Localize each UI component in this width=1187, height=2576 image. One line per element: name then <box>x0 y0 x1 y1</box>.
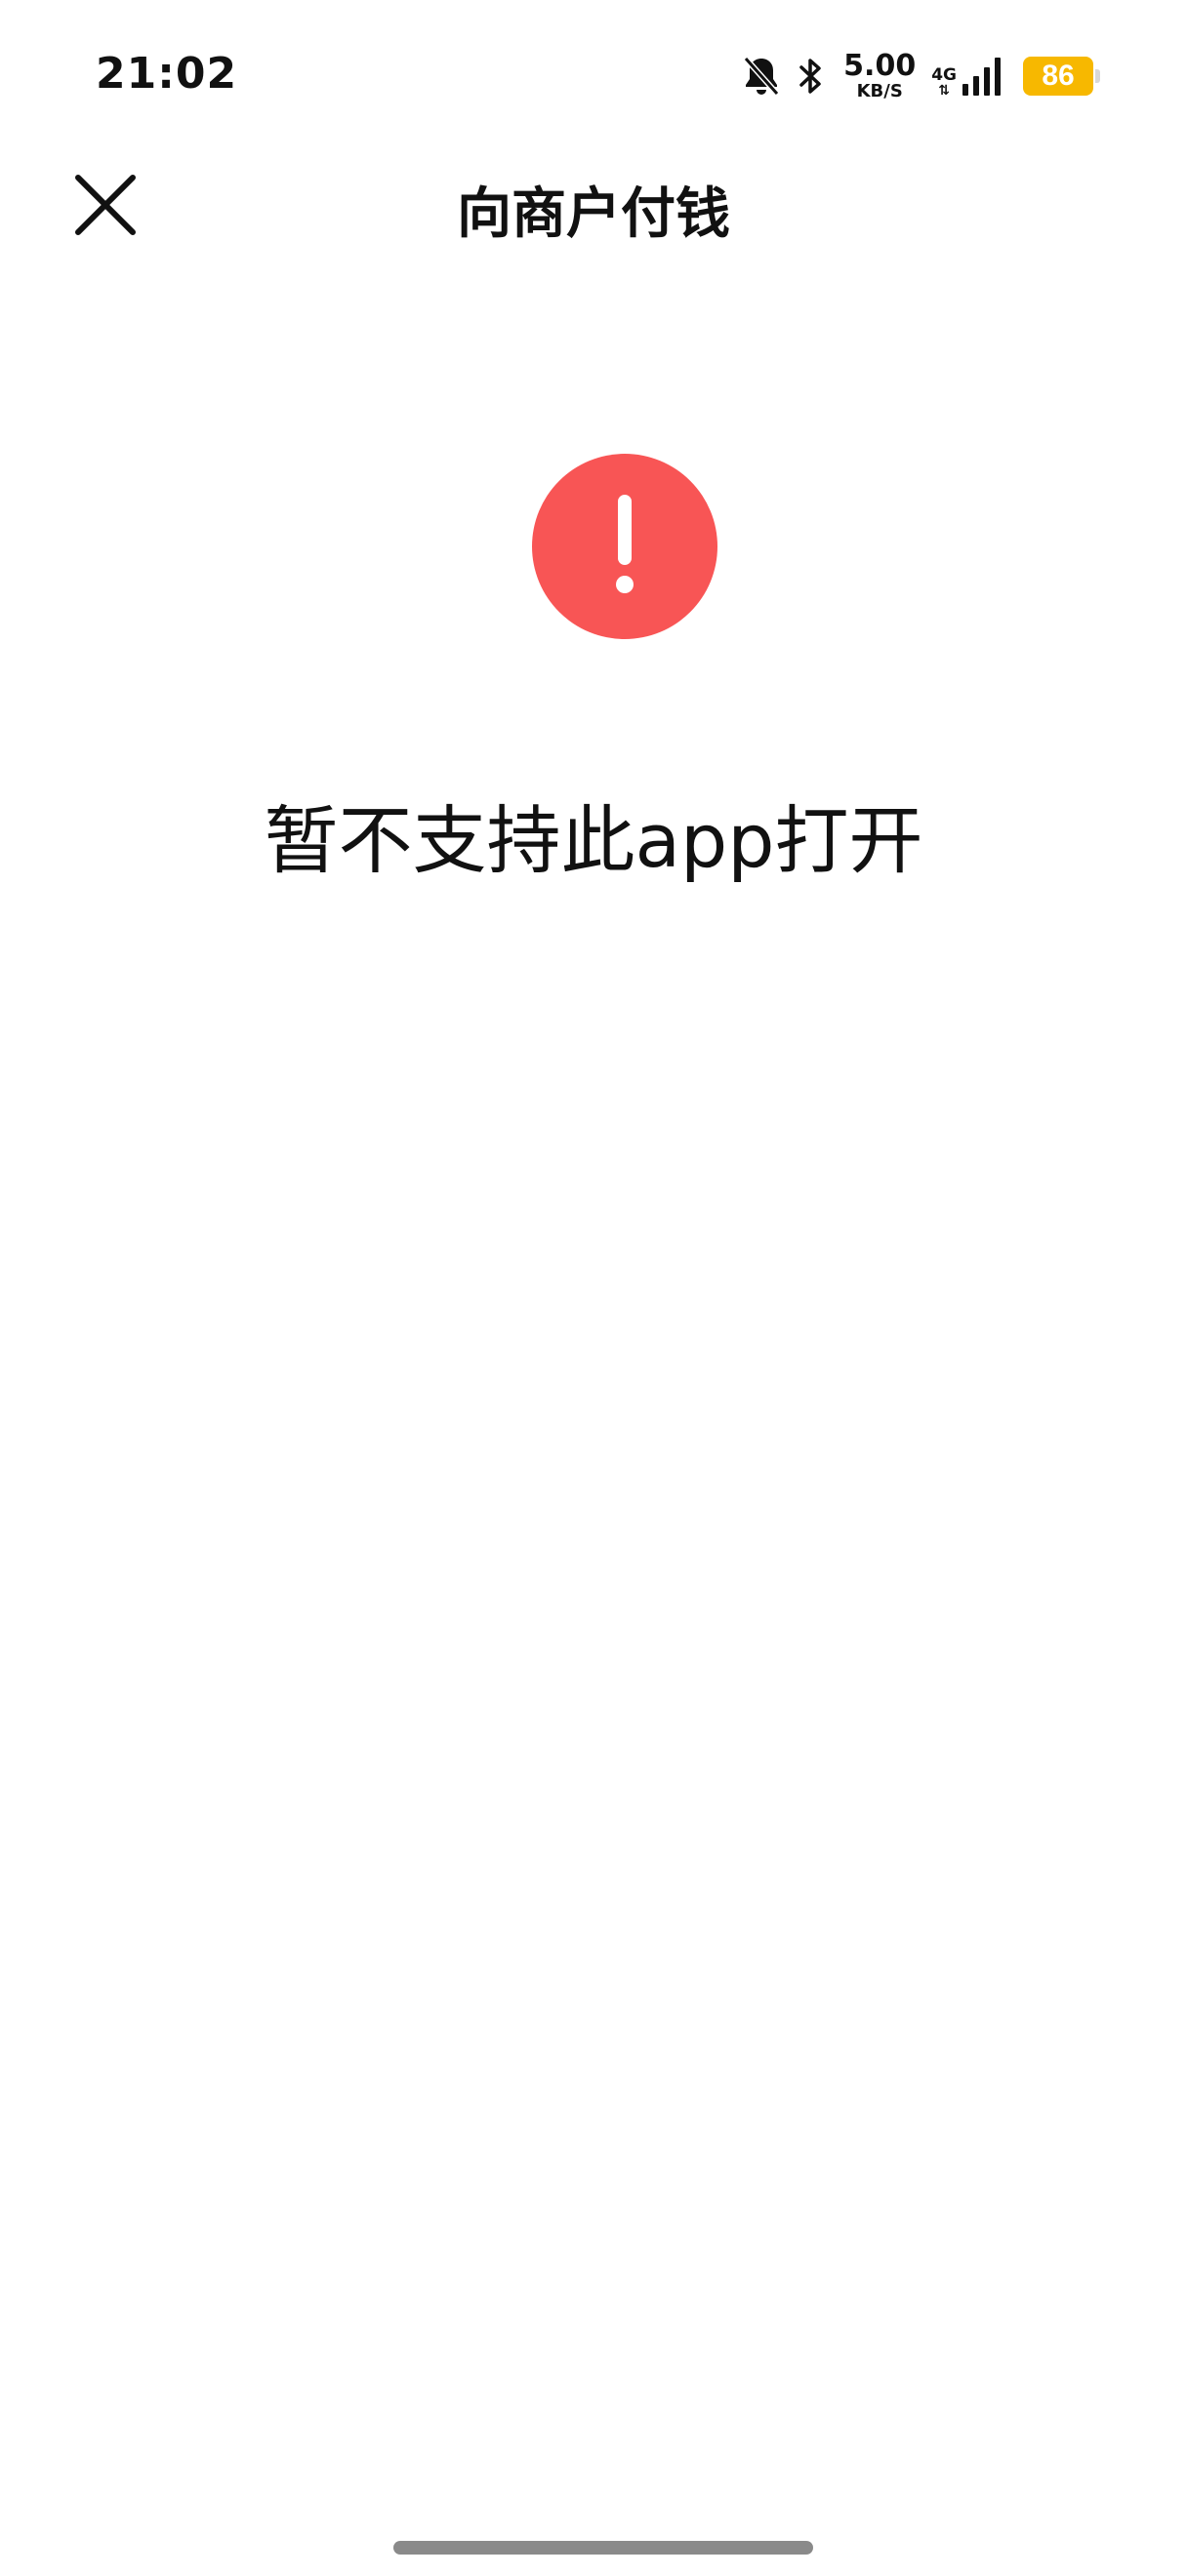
nav-bar: 向商户付钱 <box>0 146 1187 263</box>
status-bar: 21:02 5.00 KB/S 4G ⇅ 86 <box>0 0 1187 146</box>
home-indicator[interactable] <box>393 2541 813 2555</box>
page-title: 向商户付钱 <box>457 182 730 246</box>
network-type: 4G ⇅ <box>931 65 957 99</box>
network-type-label: 4G <box>931 65 957 85</box>
net-speed-value: 5.00 <box>843 49 917 83</box>
error-message: 暂不支持此app打开 <box>264 797 923 884</box>
network-arrows: ⇅ <box>938 83 950 99</box>
status-time: 21:02 <box>96 49 238 99</box>
cellular-signal-icon <box>962 55 1002 98</box>
status-icons: 5.00 KB/S 4G ⇅ 86 <box>742 47 1100 105</box>
signal-group: 4G ⇅ <box>931 55 1002 98</box>
net-speed: 5.00 KB/S <box>843 52 916 101</box>
battery-indicator: 86 <box>1023 57 1100 96</box>
net-speed-unit: KB/S <box>856 81 903 101</box>
payment-error-screen: 21:02 5.00 KB/S 4G ⇅ 86 向商户付钱 暂不支持此app打开 <box>0 0 1187 2576</box>
bluetooth-icon <box>797 55 824 98</box>
exclamation-icon <box>532 454 717 639</box>
battery-level: 86 <box>1042 60 1075 92</box>
bell-off-icon <box>742 55 781 98</box>
